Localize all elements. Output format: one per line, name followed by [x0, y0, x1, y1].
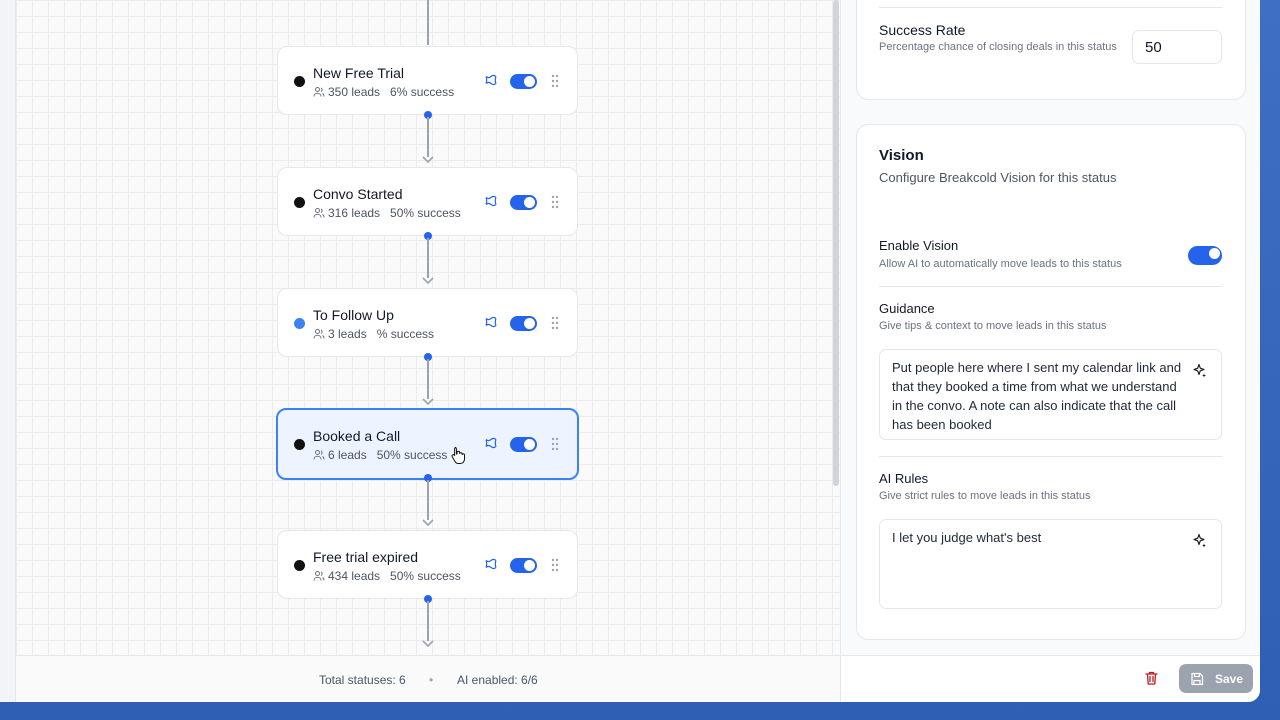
- ai-enabled-count: AI enabled: 6/6: [457, 673, 538, 687]
- success-rate: 50% success: [376, 448, 448, 462]
- app-window: New Free Trial 350 leads 6% success Convo…: [0, 0, 1260, 702]
- arrow-down-icon: [422, 398, 434, 406]
- ai-rules-hint: Give strict rules to move leads in this …: [879, 490, 1091, 502]
- status-color-dot: [294, 318, 305, 329]
- status-node[interactable]: New Free Trial 350 leads 6% success: [277, 46, 578, 115]
- guidance-textarea[interactable]: Put people here where I sent my calendar…: [879, 349, 1222, 440]
- guidance-label: Guidance: [879, 301, 935, 316]
- canvas-scrollbar[interactable]: [833, 0, 839, 486]
- save-button[interactable]: Save: [1179, 664, 1253, 693]
- vision-icon[interactable]: [484, 74, 498, 86]
- status-node[interactable]: Convo Started 316 leads 50% success: [277, 167, 578, 236]
- lead-count: 434 leads: [328, 569, 381, 583]
- vision-icon[interactable]: [484, 437, 498, 449]
- status-color-dot: [294, 76, 305, 87]
- connector-line: [427, 359, 429, 399]
- success-rate: % success: [376, 327, 435, 341]
- ai-sparkle-icon[interactable]: [1192, 533, 1207, 548]
- status-meta: 3 leads % success: [313, 327, 434, 341]
- vision-icon[interactable]: [484, 316, 498, 328]
- status-color-dot: [294, 439, 305, 450]
- drag-handle-icon[interactable]: [551, 558, 559, 572]
- success-rate: 50% success: [390, 206, 461, 220]
- left-gutter: [0, 0, 16, 702]
- connector-line: [427, 480, 429, 520]
- status-name: New Free Trial: [313, 65, 405, 81]
- status-color-dot: [294, 560, 305, 571]
- status-node[interactable]: To Follow Up 3 leads % success: [277, 288, 578, 357]
- status-meta: 434 leads 50% success: [313, 569, 461, 583]
- ai-toggle[interactable]: [510, 316, 537, 331]
- connector-line: [427, 601, 429, 641]
- status-meta: 316 leads 50% success: [313, 206, 461, 220]
- canvas-footer: Total statuses: 6 • AI enabled: 6/6: [16, 655, 840, 702]
- divider: [879, 7, 1222, 8]
- status-name: Convo Started: [313, 186, 403, 202]
- users-icon: [313, 571, 325, 581]
- status-color-dot: [294, 197, 305, 208]
- status-node-selected[interactable]: Booked a Call 6 leads 50% success: [276, 408, 579, 480]
- lead-count: 350 leads: [328, 85, 381, 99]
- vision-subtitle: Configure Breakcold Vision for this stat…: [879, 170, 1117, 185]
- lead-count: 6 leads: [328, 448, 367, 462]
- lead-count: 3 leads: [328, 327, 367, 341]
- ai-toggle[interactable]: [510, 74, 537, 89]
- status-name: Booked a Call: [313, 428, 401, 444]
- ai-rules-label: AI Rules: [879, 471, 929, 486]
- status-node[interactable]: Free trial expired 434 leads 50% success: [277, 530, 578, 599]
- connector-line: [427, 0, 429, 45]
- vision-title: Vision: [879, 147, 924, 164]
- floppy-disk-icon: [1191, 672, 1204, 686]
- ai-sparkle-icon[interactable]: [1192, 363, 1207, 378]
- footer-separator: •: [429, 673, 434, 687]
- success-rate: 50% success: [390, 569, 461, 583]
- ai-toggle[interactable]: [510, 437, 537, 452]
- total-statuses: Total statuses: 6: [319, 673, 406, 687]
- connector-line: [427, 117, 429, 157]
- ai-toggle[interactable]: [510, 558, 537, 573]
- enable-vision-toggle[interactable]: [1188, 246, 1222, 265]
- success-rate-input[interactable]: 50: [1132, 30, 1222, 64]
- success-rate: 6% success: [390, 85, 455, 99]
- success-rate-label: Success Rate: [879, 22, 966, 38]
- status-name: To Follow Up: [313, 307, 394, 323]
- ai-rules-textarea[interactable]: I let you judge what's best: [879, 519, 1222, 609]
- save-label: Save: [1215, 672, 1244, 686]
- arrow-down-icon: [422, 640, 434, 648]
- users-icon: [313, 208, 325, 218]
- divider: [879, 286, 1222, 287]
- vision-icon[interactable]: [484, 558, 498, 570]
- users-icon: [313, 329, 325, 339]
- success-rate-hint: Percentage chance of closing deals in th…: [879, 41, 1117, 53]
- enable-vision-label: Enable Vision: [879, 238, 959, 253]
- drag-handle-icon[interactable]: [551, 195, 559, 209]
- hand-cursor-icon: [451, 447, 465, 464]
- status-meta: 6 leads 50% success: [313, 448, 447, 462]
- divider: [879, 456, 1222, 457]
- trash-icon[interactable]: [1144, 670, 1159, 686]
- vision-icon[interactable]: [484, 195, 498, 207]
- arrow-down-icon: [422, 519, 434, 527]
- users-icon: [313, 450, 325, 460]
- guidance-hint: Give tips & context to move leads in thi…: [879, 320, 1107, 332]
- status-meta: 350 leads 6% success: [313, 85, 454, 99]
- arrow-down-icon: [422, 277, 434, 285]
- arrow-down-icon: [422, 156, 434, 164]
- enable-vision-hint: Allow AI to automatically move leads to …: [879, 258, 1122, 270]
- drag-handle-icon[interactable]: [551, 437, 559, 451]
- ai-toggle[interactable]: [510, 195, 537, 210]
- drag-handle-icon[interactable]: [551, 74, 559, 88]
- lead-count: 316 leads: [328, 206, 381, 220]
- connector-line: [427, 238, 429, 278]
- users-icon: [313, 87, 325, 97]
- status-name: Free trial expired: [313, 549, 419, 565]
- drag-handle-icon[interactable]: [551, 316, 559, 330]
